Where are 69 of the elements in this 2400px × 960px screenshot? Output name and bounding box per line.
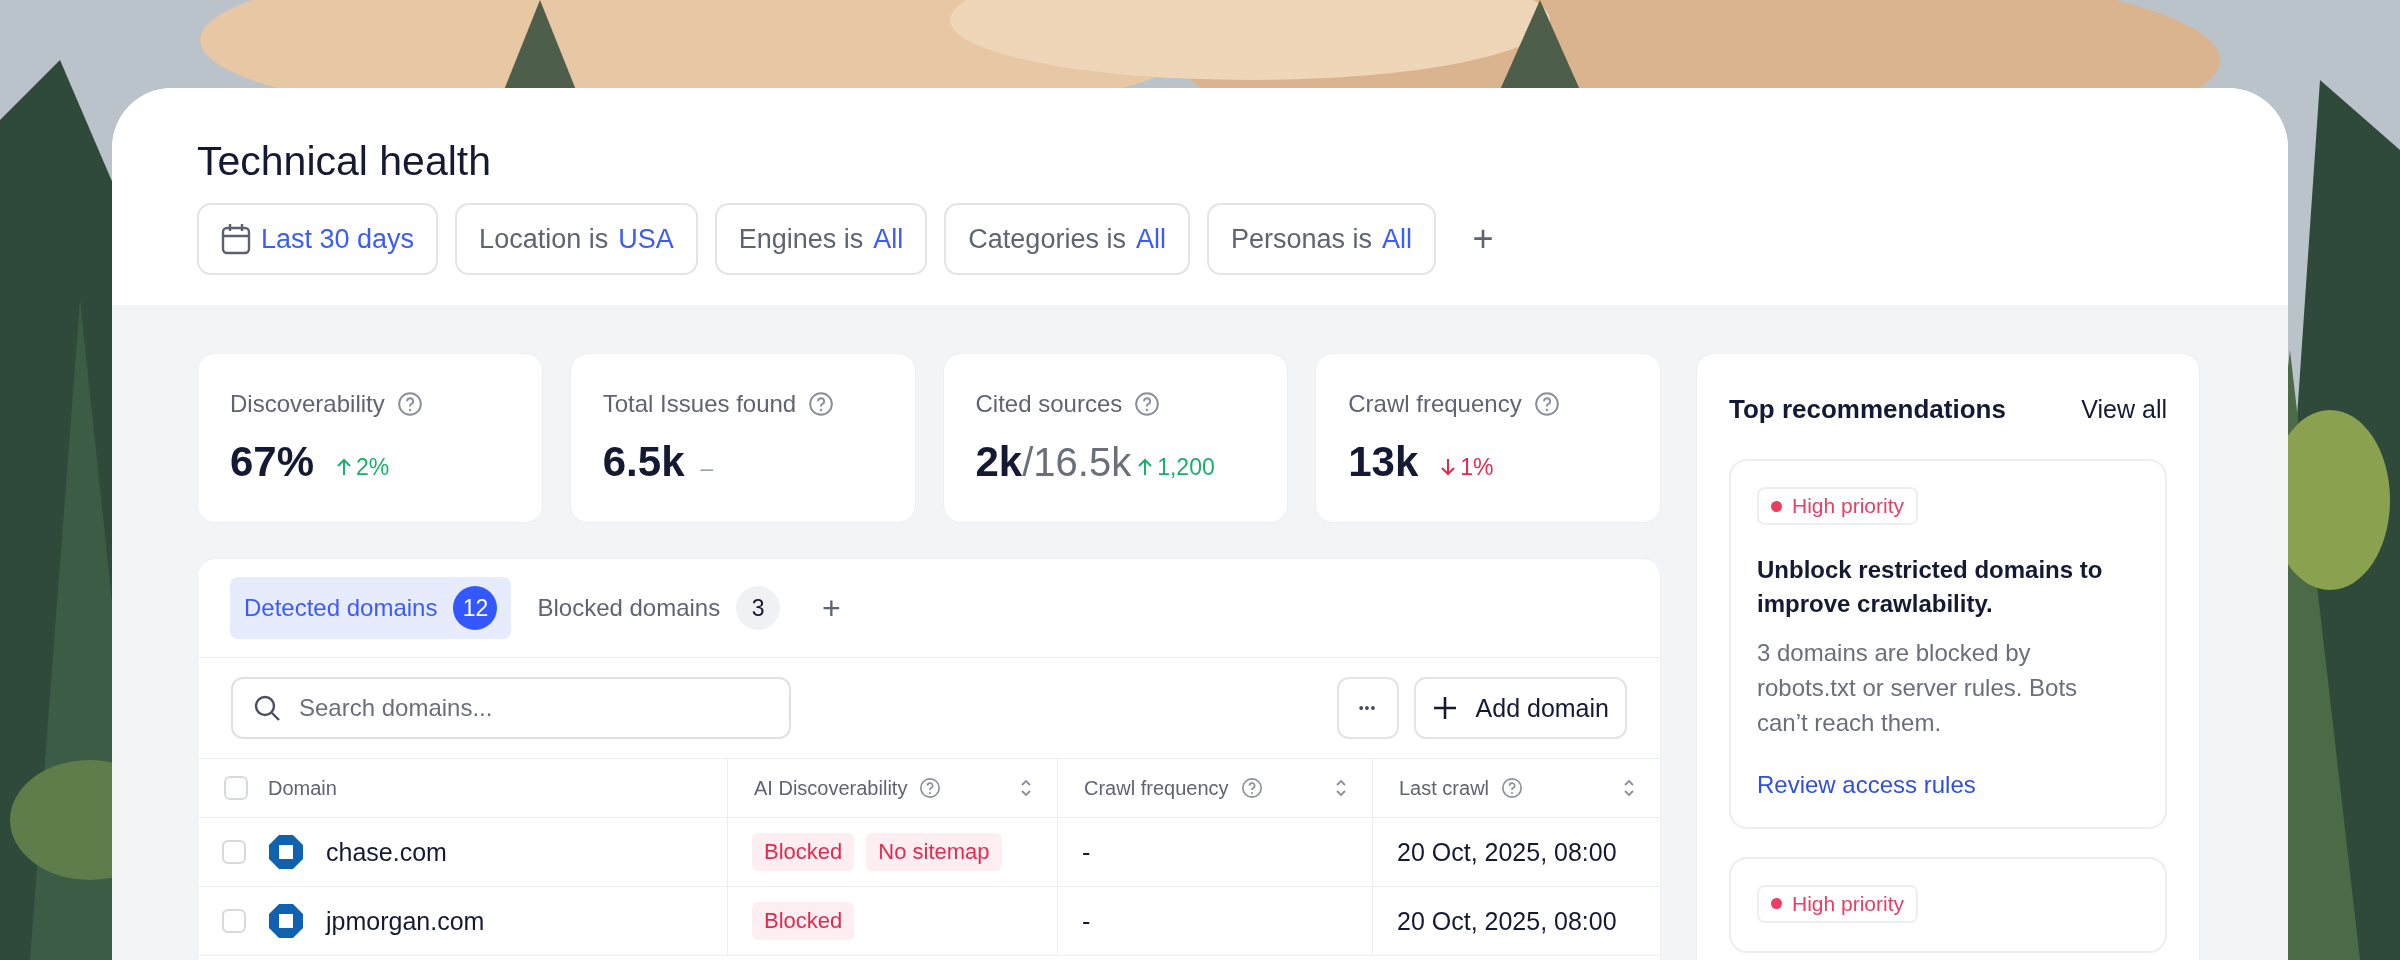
help-icon[interactable] (919, 777, 942, 799)
column-header[interactable]: Crawl frequency (1084, 776, 1229, 800)
arrow-up-icon (1137, 458, 1154, 476)
count-badge: 12 (453, 586, 498, 630)
review-link[interactable]: Review access rules (1757, 770, 1976, 799)
status-tag: Blocked (752, 902, 855, 940)
filter-chip[interactable]: Categories is All (944, 203, 1190, 275)
table-cell: - (1082, 837, 1091, 867)
panel-title: Top recommendations (1729, 394, 2006, 425)
help-icon[interactable] (396, 391, 423, 417)
help-icon[interactable] (1134, 391, 1161, 417)
stat-value: 2k (975, 438, 1023, 486)
search-field[interactable]: Search domains... (231, 677, 791, 739)
stat-label: Crawl frequency (1348, 390, 1522, 418)
calendar-icon (221, 223, 251, 255)
search-icon (253, 694, 281, 722)
view-all-link[interactable]: View all (2081, 395, 2167, 424)
help-icon[interactable] (1533, 391, 1560, 417)
column-header[interactable]: AI Discoverability (754, 776, 908, 800)
priority-badge: High priority (1757, 487, 1919, 525)
tab[interactable]: Detected domains 12 (230, 577, 512, 639)
add-filter-button[interactable]: + (1453, 209, 1513, 269)
checkbox[interactable] (222, 840, 246, 864)
count-badge: 3 (736, 586, 781, 630)
status-tag: Blocked (752, 833, 855, 871)
stat-delta: 2% (356, 453, 390, 481)
stat-delta: 1,200 (1157, 453, 1215, 481)
table-cell: 20 Oct, 2025, 08:00 (1397, 906, 1617, 936)
table-cell: 20 Oct, 2025, 08:00 (1397, 837, 1617, 867)
filter-chip[interactable]: Engines is All (714, 203, 928, 275)
stat-value: 67% (230, 438, 315, 486)
table-cell: - (1082, 906, 1091, 936)
stat-label: Discoverability (230, 390, 385, 418)
add-domain-button[interactable]: Add domain (1413, 677, 1627, 739)
add-tab-button[interactable]: + (806, 583, 857, 633)
plus-icon (1431, 695, 1458, 721)
stat-value: 6.5k (602, 438, 685, 486)
octagon-logo-icon (266, 901, 306, 941)
domain-name[interactable]: chase.com (326, 837, 447, 867)
page-title: Technical health (197, 138, 493, 185)
recommendation-text: 3 domains are blocked by robots.txt or server rules. Bots can’t reach them. (1757, 638, 2079, 738)
stat-label: Cited sources (975, 390, 1123, 418)
filter-chip[interactable]: Last 30 days (197, 203, 439, 275)
sort-icon[interactable] (1334, 778, 1348, 798)
more-button[interactable]: ••• (1336, 677, 1399, 739)
checkbox[interactable] (222, 909, 246, 933)
priority-badge: High priority (1757, 884, 1919, 923)
help-icon[interactable] (1501, 777, 1524, 799)
help-icon[interactable] (808, 391, 835, 417)
arrow-up-icon (336, 458, 353, 476)
stat-value: 13k (1348, 438, 1419, 486)
column-header[interactable]: Last crawl (1399, 776, 1490, 800)
recommendation-title: Unblock restricted domains to improve crawlability. (1757, 555, 2104, 619)
checkbox[interactable] (224, 776, 248, 800)
stat-total: /16.5k (1022, 440, 1132, 485)
stat-delta: – (700, 455, 714, 482)
octagon-logo-icon (266, 832, 306, 872)
sort-icon[interactable] (1019, 778, 1033, 798)
domain-name[interactable]: jpmorgan.com (326, 906, 485, 936)
column-header[interactable]: Domain (268, 776, 337, 800)
sort-icon[interactable] (1622, 778, 1636, 798)
stat-delta: 1% (1460, 453, 1494, 481)
status-tag: No sitemap (866, 833, 1002, 871)
filter-chip[interactable]: Location is USA (455, 203, 698, 275)
help-icon[interactable] (1240, 777, 1263, 799)
tab[interactable]: Blocked domains 3 (523, 577, 795, 639)
filter-chip[interactable]: Personas is All (1206, 203, 1436, 275)
arrow-down-icon (1440, 458, 1457, 476)
stat-label: Total Issues found (602, 390, 797, 418)
